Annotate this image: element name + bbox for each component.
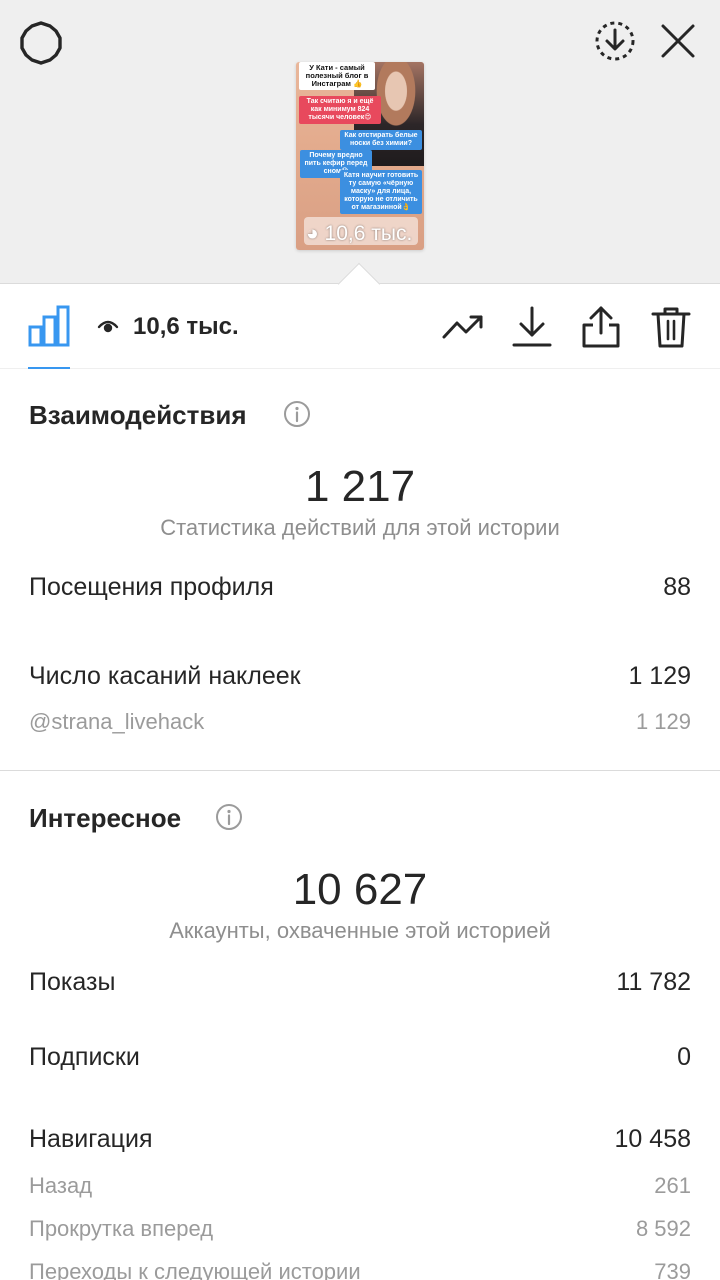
stat-row-label: Навигация (29, 1125, 153, 1153)
story-caption-bubble: У Кати - самый полезный блог в Инстаграм… (299, 62, 375, 90)
discovery-total: 10 627 (292, 865, 428, 914)
share-icon[interactable] (579, 305, 623, 349)
story-caption-bubble: Катя научит готовить ту самую «чёрную ма… (340, 170, 422, 214)
section-divider (0, 770, 720, 771)
eye-icon: ◕ (306, 222, 319, 245)
close-icon[interactable] (657, 20, 699, 62)
stat-subrow-label: Назад (29, 1173, 93, 1198)
thumbnail-views-label: ◕ 10,6 тыс. (306, 222, 412, 246)
save-story-icon[interactable] (592, 18, 638, 64)
stat-subrow-label: @strana_livehack (29, 709, 205, 734)
story-caption-bubble: Так считаю я и ещё как минимум 824 тысяч… (299, 96, 381, 124)
interactions-title: Взаимодействия (29, 400, 247, 430)
promote-trend-icon[interactable] (441, 305, 485, 349)
active-tab-indicator (28, 367, 70, 369)
story-thumbnail[interactable]: У Кати - самый полезный блог в Инстаграм… (296, 62, 424, 250)
delete-trash-icon[interactable] (649, 305, 693, 349)
interactions-total: 1 217 (304, 462, 416, 511)
stat-row-label: Подписки (29, 1043, 140, 1071)
stat-row-label: Число касаний наклеек (29, 662, 301, 690)
story-preview-area: У Кати - самый полезный блог в Инстаграм… (0, 0, 720, 284)
story-toolbar: 10,6 тыс. (0, 285, 720, 369)
discovery-subtitle: Аккаунты, охваченные этой историей (169, 918, 551, 943)
stat-subrow-label: Переходы к следующей истории (29, 1259, 361, 1280)
thumbnail-views-count: 10,6 тыс. (324, 222, 413, 245)
story-caption-bubble: Как отстирать белые носки без химии? (340, 130, 422, 150)
stat-row-value: 11 782 (616, 968, 691, 996)
stat-subrow-value: 739 (654, 1259, 691, 1280)
stat-row-value: 10 458 (614, 1125, 691, 1153)
stat-subrow-value: 261 (654, 1173, 691, 1198)
stat-subrow-label: Прокрутка вперед (29, 1216, 214, 1241)
discovery-title: Интересное (29, 803, 182, 833)
info-icon[interactable] (215, 803, 243, 831)
eye-icon (97, 315, 119, 337)
insights-bar-chart-icon[interactable] (28, 305, 70, 347)
stat-row-label: Посещения профиля (29, 573, 274, 601)
download-icon[interactable] (510, 305, 554, 349)
info-icon[interactable] (283, 400, 311, 428)
stat-row-label: Показы (29, 968, 116, 996)
stat-row-value: 0 (677, 1043, 691, 1071)
settings-gear-icon[interactable] (18, 20, 64, 66)
views-count: 10,6 тыс. (133, 313, 239, 340)
interactions-subtitle: Статистика действий для этой истории (160, 515, 560, 540)
stat-subrow-value: 8 592 (635, 1216, 691, 1241)
stat-subrow-value: 1 129 (635, 709, 691, 734)
stat-row-value: 88 (663, 573, 691, 601)
stat-row-value: 1 129 (628, 662, 691, 690)
